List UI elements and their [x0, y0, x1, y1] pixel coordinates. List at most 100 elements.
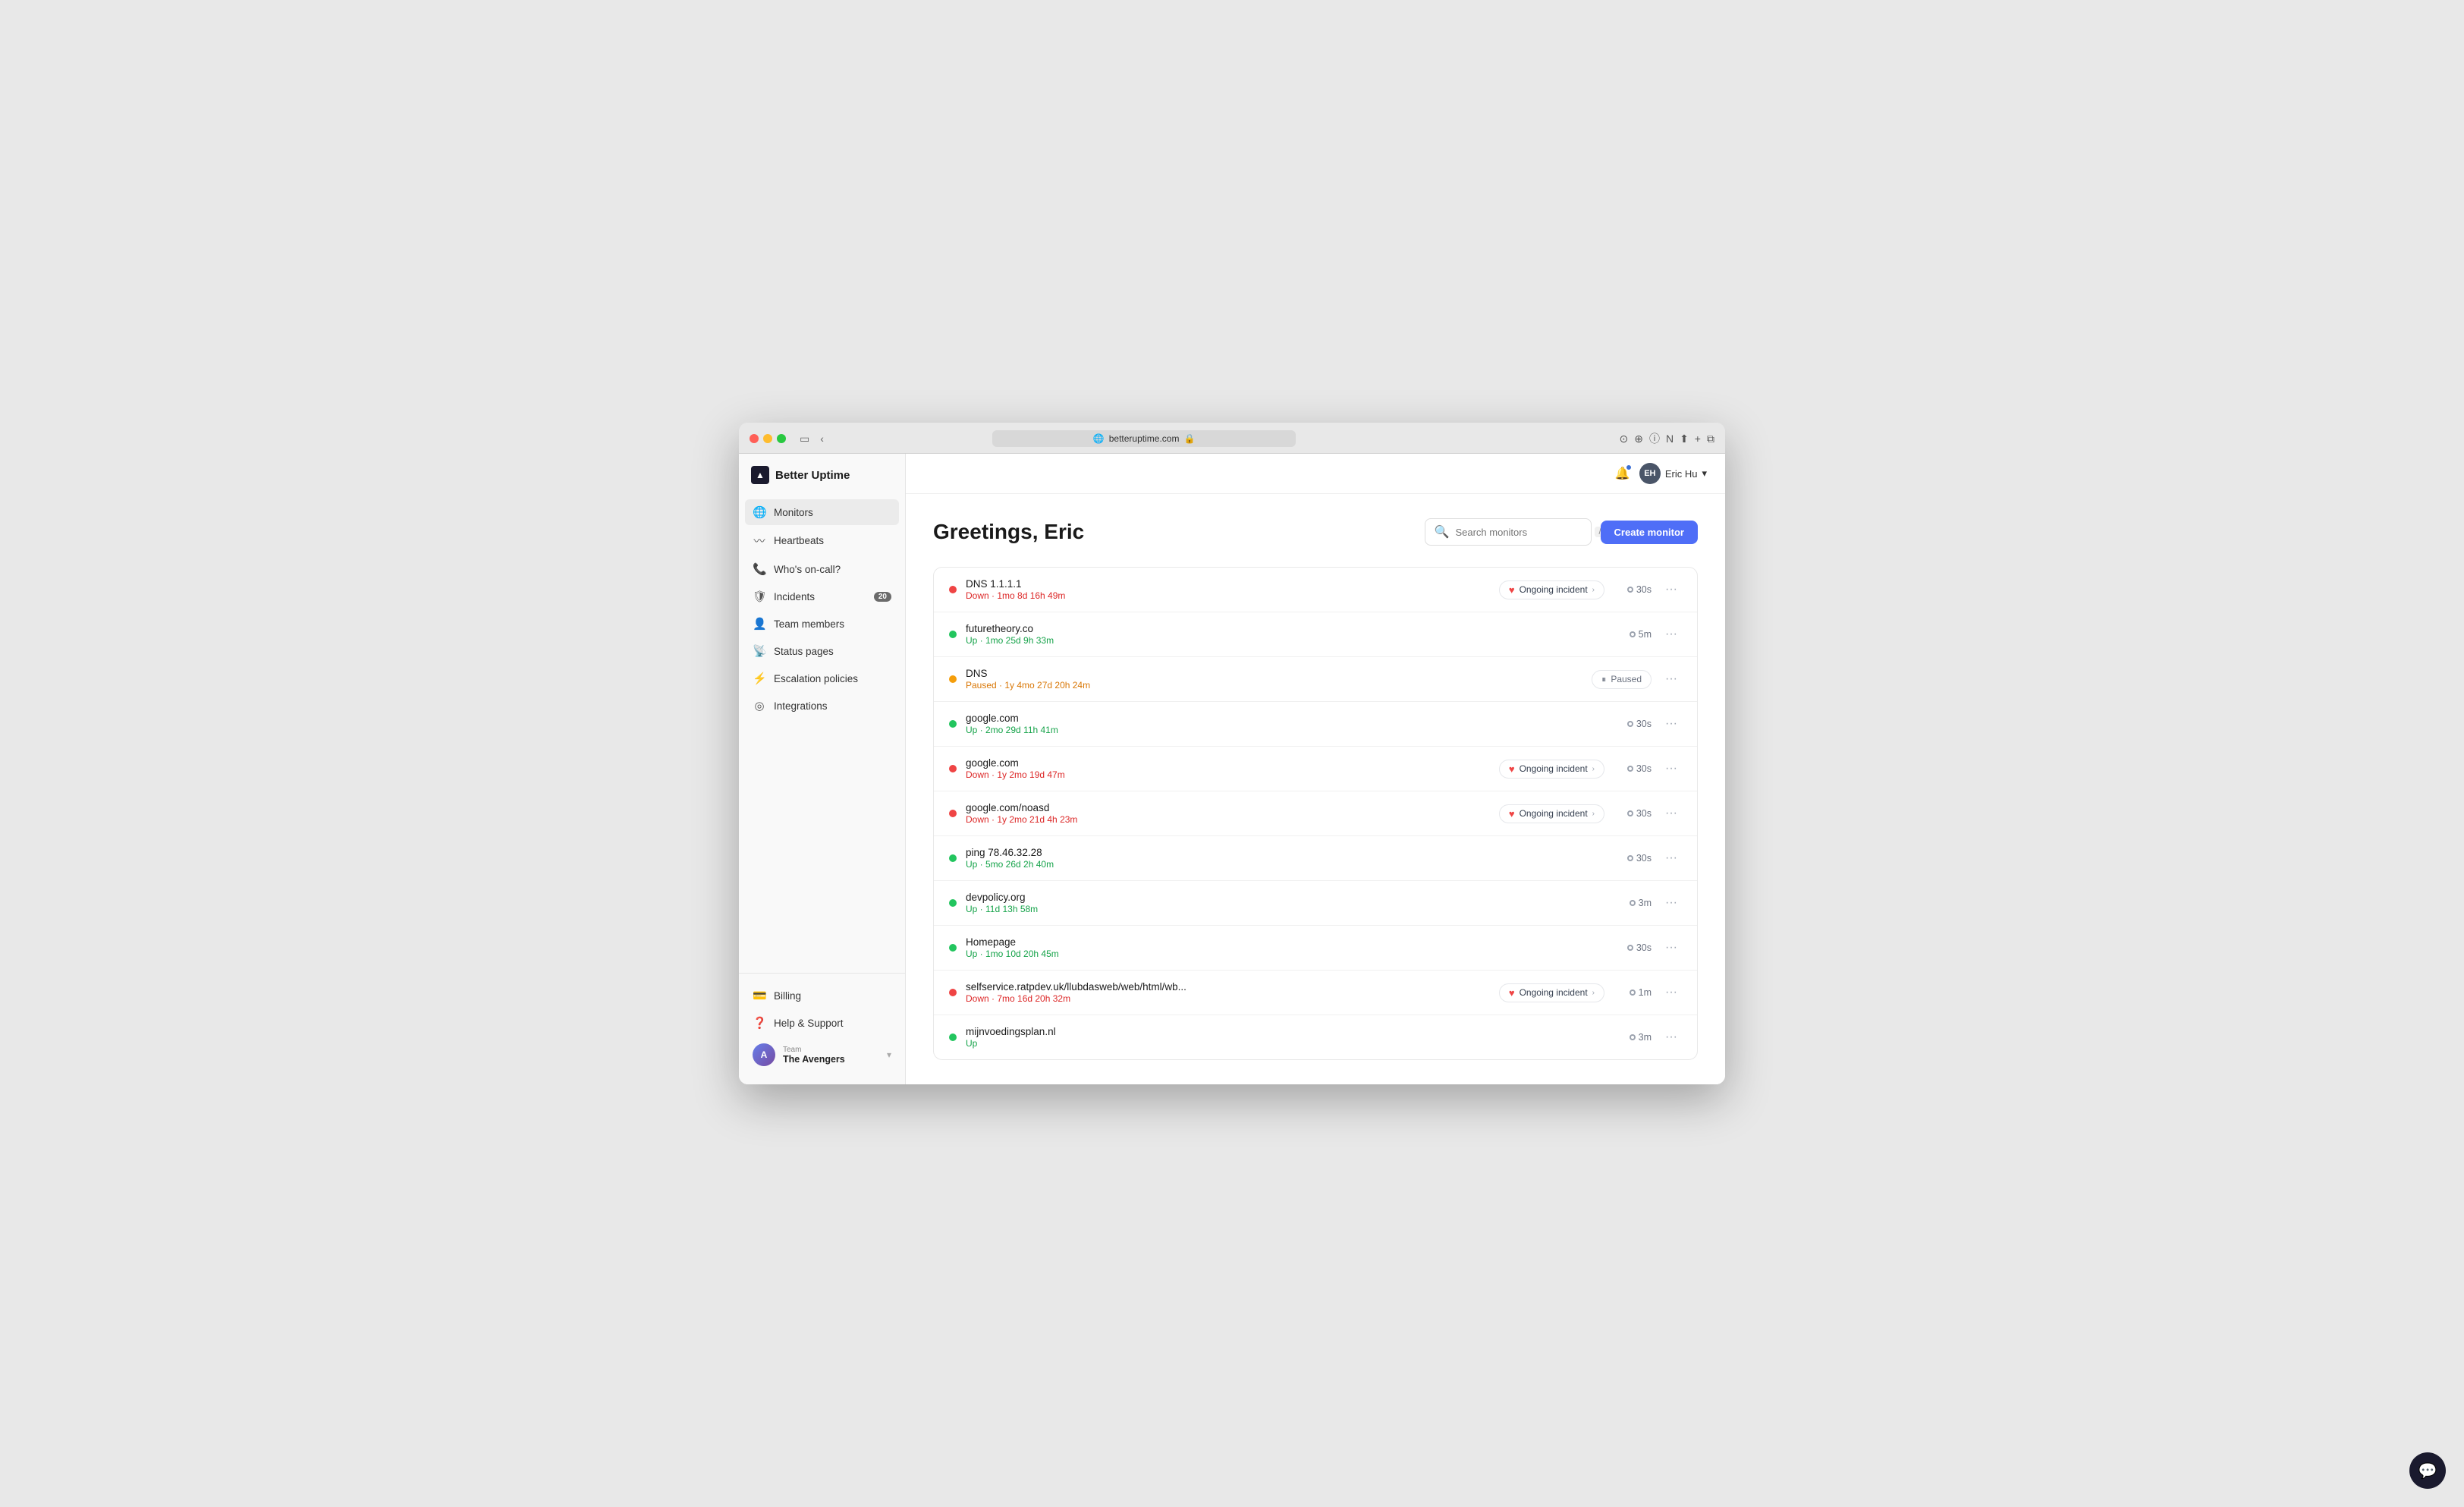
interval-dot-icon: [1627, 945, 1633, 951]
sidebar-item-integrations[interactable]: ◎ Integrations: [745, 693, 899, 719]
monitor-status: Down · 1y 2mo 21d 4h 23m: [966, 814, 1490, 825]
more-options-button[interactable]: ···: [1661, 939, 1682, 956]
monitor-status: Up · 1mo 25d 9h 33m: [966, 635, 1474, 646]
user-initials: EH: [1644, 469, 1655, 478]
create-monitor-button[interactable]: Create monitor: [1601, 521, 1698, 544]
more-options-button[interactable]: ···: [1661, 984, 1682, 1001]
more-options-button[interactable]: ···: [1661, 850, 1682, 867]
interval-dot-icon: [1627, 810, 1633, 816]
interval-value: 30s: [1636, 853, 1652, 864]
monitor-status: Up · 5mo 26d 2h 40m: [966, 859, 1474, 870]
sidebar-toggle-button[interactable]: ▭: [797, 431, 812, 447]
incident-badge[interactable]: ♥ Ongoing incident ›: [1499, 580, 1604, 599]
monitor-name: Homepage: [966, 936, 1474, 948]
more-options-button[interactable]: ···: [1661, 805, 1682, 822]
incidents-icon: 🛡: [753, 590, 766, 603]
incident-badge[interactable]: ♥ Ongoing incident ›: [1499, 760, 1604, 779]
monitor-info: google.com Up · 2mo 29d 11h 41m: [966, 713, 1474, 735]
status-pages-icon: 📡: [753, 644, 766, 658]
team-section[interactable]: A Team The Avengers ▾: [745, 1037, 899, 1072]
windows-icon[interactable]: ⧉: [1707, 433, 1714, 445]
new-tab-icon[interactable]: +: [1695, 433, 1701, 445]
sidebar-item-incidents[interactable]: 🛡 Incidents 20: [745, 584, 899, 609]
monitor-name: devpolicy.org: [966, 892, 1474, 903]
monitor-row[interactable]: futuretheory.co Up · 1mo 25d 9h 33m 5m ·…: [934, 612, 1697, 657]
interval-badge: 5m: [1614, 629, 1652, 640]
app-logo: ▲ Better Uptime: [739, 466, 905, 499]
monitor-info: futuretheory.co Up · 1mo 25d 9h 33m: [966, 623, 1474, 646]
interval-badge: 3m: [1614, 1032, 1652, 1043]
sidebar-item-billing[interactable]: 💳 Billing: [745, 983, 899, 1008]
monitor-row[interactable]: devpolicy.org Up · 11d 13h 58m 3m ···: [934, 881, 1697, 926]
page-title: Greetings, Eric: [933, 520, 1084, 544]
user-avatar: EH: [1639, 463, 1661, 484]
incident-badge[interactable]: ♥ Ongoing incident ›: [1499, 983, 1604, 1002]
more-options-button[interactable]: ···: [1661, 1029, 1682, 1046]
share-icon[interactable]: ⬆: [1680, 433, 1689, 445]
chevron-right-icon: ›: [1592, 810, 1595, 818]
shield-icon[interactable]: ⊕: [1634, 433, 1643, 445]
integrations-icon: ◎: [753, 699, 766, 713]
monitor-name: google.com: [966, 757, 1490, 769]
search-input[interactable]: [1455, 527, 1589, 538]
minimize-button[interactable]: [763, 434, 772, 443]
notifications-button[interactable]: 🔔: [1615, 466, 1630, 481]
incident-badge[interactable]: ♥ Ongoing incident ›: [1499, 804, 1604, 823]
more-options-button[interactable]: ···: [1661, 716, 1682, 732]
sidebar-item-heartbeats[interactable]: 〰 Heartbeats: [745, 527, 899, 555]
more-options-button[interactable]: ···: [1661, 671, 1682, 687]
monitor-status: Down · 1mo 8d 16h 49m: [966, 590, 1490, 601]
monitor-row[interactable]: DNS 1.1.1.1 Down · 1mo 8d 16h 49m ♥ Ongo…: [934, 568, 1697, 612]
monitor-name: DNS 1.1.1.1: [966, 578, 1490, 590]
search-box[interactable]: 🔍 /: [1425, 518, 1592, 546]
more-options-button[interactable]: ···: [1661, 581, 1682, 598]
url-text: betteruptime.com: [1109, 433, 1180, 444]
more-options-button[interactable]: ···: [1661, 895, 1682, 911]
monitor-row[interactable]: Homepage Up · 1mo 10d 20h 45m 30s ···: [934, 926, 1697, 971]
password-icon[interactable]: ⓘ: [1649, 431, 1660, 446]
monitor-row[interactable]: selfservice.ratpdev.uk/llubdasweb/web/ht…: [934, 971, 1697, 1015]
sidebar-label-escalation-policies: Escalation policies: [774, 673, 858, 684]
more-options-button[interactable]: ···: [1661, 760, 1682, 777]
status-dot: [949, 810, 957, 817]
interval-value: 5m: [1639, 629, 1652, 640]
paused-label: Paused: [1611, 674, 1642, 684]
main-content: 🔔 EH Eric Hu ▾ Greetings, Eric: [906, 454, 1725, 1084]
monitor-row[interactable]: DNS Paused · 1y 4mo 27d 20h 24m ⏸ Paused…: [934, 657, 1697, 702]
notion-icon[interactable]: N: [1666, 433, 1674, 445]
address-bar[interactable]: 🌐 betteruptime.com 🔒: [992, 430, 1296, 447]
sidebar-item-whos-on-call[interactable]: 📞 Who's on-call?: [745, 556, 899, 582]
interval-dot-icon: [1630, 1034, 1636, 1040]
sidebar-item-escalation-policies[interactable]: ⚡ Escalation policies: [745, 665, 899, 691]
page-header: Greetings, Eric 🔍 / Create monitor: [933, 518, 1698, 546]
billing-icon: 💳: [753, 989, 766, 1002]
sidebar-item-monitors[interactable]: 🌐 Monitors: [745, 499, 899, 525]
interval-value: 30s: [1636, 584, 1652, 595]
app-layout: ▲ Better Uptime 🌐 Monitors 〰 Heartbeats …: [739, 454, 1725, 1084]
sidebar-label-incidents: Incidents: [774, 591, 815, 602]
interval-dot-icon: [1630, 989, 1636, 996]
more-options-button[interactable]: ···: [1661, 626, 1682, 643]
monitor-info: mijnvoedingsplan.nl Up: [966, 1026, 1474, 1049]
user-menu-button[interactable]: EH Eric Hu ▾: [1639, 463, 1707, 484]
status-dot: [949, 989, 957, 996]
monitor-row[interactable]: google.com Down · 1y 2mo 19d 47m ♥ Ongoi…: [934, 747, 1697, 791]
sidebar-item-status-pages[interactable]: 📡 Status pages: [745, 638, 899, 664]
team-label: Team: [783, 1046, 879, 1054]
back-button[interactable]: ‹: [817, 431, 827, 447]
monitor-row[interactable]: google.com/noasd Down · 1y 2mo 21d 4h 23…: [934, 791, 1697, 836]
badge-incidents: 20: [874, 592, 891, 602]
interval-value: 3m: [1639, 1032, 1652, 1043]
sidebar-item-help-support[interactable]: ❓ Help & Support: [745, 1010, 899, 1036]
monitor-row[interactable]: mijnvoedingsplan.nl Up 3m ···: [934, 1015, 1697, 1059]
globe-icon: 🌐: [1093, 433, 1105, 444]
sidebar-item-team-members[interactable]: 👤 Team members: [745, 611, 899, 637]
chat-widget[interactable]: 💬: [2409, 1452, 2446, 1489]
fullscreen-button[interactable]: [777, 434, 786, 443]
download-icon[interactable]: ⊙: [1619, 433, 1628, 445]
monitor-row[interactable]: ping 78.46.32.28 Up · 5mo 26d 2h 40m 30s…: [934, 836, 1697, 881]
close-button[interactable]: [750, 434, 759, 443]
monitor-row[interactable]: google.com Up · 2mo 29d 11h 41m 30s ···: [934, 702, 1697, 747]
interval-badge: 30s: [1614, 808, 1652, 819]
browser-controls: ▭ ‹: [797, 431, 827, 447]
